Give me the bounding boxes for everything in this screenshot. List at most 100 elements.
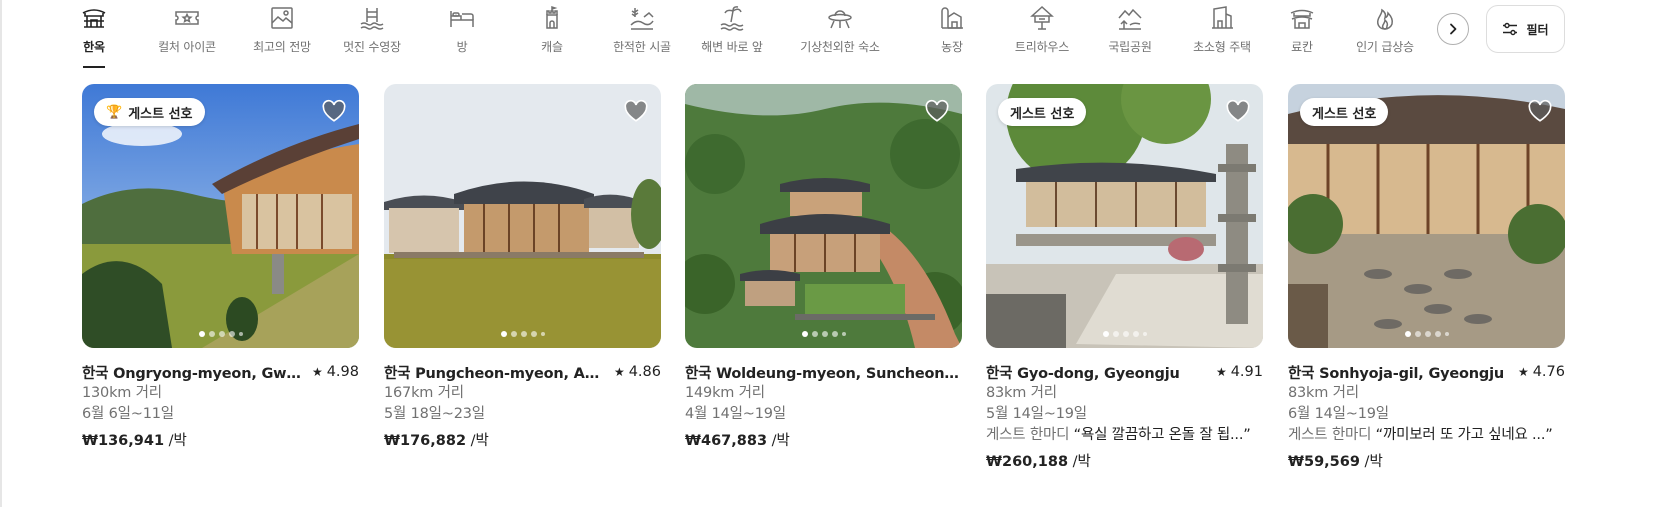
photo-pagination — [685, 331, 962, 337]
pagination-dot — [811, 331, 818, 337]
category-label: 해변 바로 앞 — [701, 40, 763, 54]
listing-dates: 5월 18일~23일 — [384, 406, 485, 422]
category-label: 최고의 전망 — [253, 40, 311, 54]
listing-card[interactable]: 🏆 게스트 선호 한국 Ongryong-myeon, Gwangyang-si… — [82, 84, 359, 452]
category-countryside[interactable]: 한적한 시골 — [592, 0, 692, 70]
listing-photo[interactable] — [384, 84, 661, 348]
pagination-dot — [198, 331, 205, 337]
listing-title: 한국 Woldeung-myeon, Suncheon-si — [685, 365, 962, 382]
category-top-views[interactable]: 최고의 전망 — [237, 0, 327, 70]
castle-icon — [546, 5, 558, 29]
pagination-dot — [500, 331, 507, 337]
heart-icon[interactable] — [623, 98, 649, 124]
pagination-dot — [1142, 332, 1147, 336]
photo-pagination — [1288, 331, 1565, 337]
rating-value: 4.91 — [1230, 364, 1263, 380]
pagination-dot — [801, 331, 808, 337]
price-unit: /박 — [1068, 454, 1091, 470]
star-icon: ★ — [1517, 365, 1529, 379]
pagination-dot — [540, 332, 545, 336]
sliders-icon — [1503, 22, 1518, 36]
category-pools[interactable]: 멋진 수영장 — [327, 0, 417, 70]
listing-dates: 6월 6일~11일 — [82, 406, 174, 422]
farm-icon — [941, 7, 963, 29]
view-frame-icon — [271, 7, 293, 29]
category-bar: 한옥 컬처 아이콘 최고의 전망 멋진 수영장 방 캐슬 한적한 시골 해변 바… — [82, 0, 1432, 70]
pagination-dot — [1122, 331, 1129, 337]
category-omg[interactable]: 기상천외한 숙소 — [775, 0, 905, 70]
category-farms[interactable]: 농장 — [907, 0, 997, 70]
filter-button[interactable]: 필터 — [1486, 5, 1565, 53]
price-unit: /박 — [164, 433, 187, 449]
listing-rating: ★ 4.76 — [1518, 364, 1565, 380]
heart-icon[interactable] — [1225, 98, 1251, 124]
pagination-dot — [1424, 331, 1431, 337]
category-label: 멋진 수영장 — [343, 40, 401, 54]
heart-icon[interactable] — [924, 98, 950, 124]
listing-card[interactable]: 한국 Pungcheon-myeon, Andong-si ★4.86 167k… — [384, 84, 661, 452]
listing-card[interactable]: 한국 Woldeung-myeon, Suncheon-si 149km 거리 … — [685, 84, 962, 452]
listing-photo[interactable]: 게스트 선호 — [986, 84, 1263, 348]
rating-value: 4.76 — [1532, 364, 1565, 380]
pagination-dot — [841, 332, 846, 336]
category-trending[interactable]: 인기 급상승 — [1335, 0, 1435, 70]
price-amount: ₩467,883 — [685, 433, 768, 449]
listing-title: 한국 Sonhyoja-gil, Gyeongju — [1288, 365, 1504, 382]
rating-value: 4.98 — [326, 364, 359, 380]
listing-dates: 4월 14일~19일 — [685, 406, 786, 422]
listing-distance: 130km 거리 — [82, 385, 162, 401]
hanok-icon — [82, 9, 106, 28]
review-quote: “까미보러 또 가고 싶네요 ...” — [1375, 427, 1553, 443]
category-label: 초소형 주택 — [1193, 40, 1251, 54]
category-scroll-next-button[interactable] — [1437, 13, 1469, 45]
category-label: 트리하우스 — [1014, 40, 1070, 54]
pagination-dot — [510, 331, 517, 337]
pool-icon — [360, 8, 384, 30]
listing-photo[interactable] — [685, 84, 962, 348]
listing-photo[interactable]: 🏆 게스트 선호 — [82, 84, 359, 348]
listing-photo[interactable]: 게스트 선호 — [1288, 84, 1565, 348]
listing-rating: ★ 4.98 — [312, 364, 359, 380]
listing-price: ₩136,941 /박 — [82, 431, 359, 452]
listing-price: ₩467,883 /박 — [685, 431, 962, 452]
listing-card[interactable]: 게스트 선호 한국 Sonhyoja-gil, Gyeongju ★ 4.76 8… — [1288, 84, 1565, 473]
rating-value: 4.86 — [628, 364, 661, 380]
photo-pagination — [384, 331, 661, 337]
pagination-dot — [520, 331, 527, 337]
category-label: 료칸 — [1291, 40, 1313, 54]
listing-title: 한국 Pungcheon-myeon, Andong-si — [384, 365, 604, 382]
star-icon: ★ — [613, 365, 625, 379]
listing-price: ₩260,188 /박 — [986, 452, 1263, 473]
category-ryokans[interactable]: 료칸 — [1257, 0, 1347, 70]
countryside-icon — [630, 8, 654, 30]
category-national-parks[interactable]: 국립공원 — [1085, 0, 1175, 70]
listing-distance: 167km 거리 — [384, 385, 464, 401]
listing-rating: ★ 4.91 — [1216, 364, 1263, 380]
price-amount: ₩260,188 — [986, 454, 1069, 470]
category-castles[interactable]: 캐슬 — [507, 0, 597, 70]
category-label: 방 — [456, 40, 468, 54]
pagination-dot — [530, 331, 537, 337]
review-quote: “욕실 깔끔하고 온돌 잘 됩...” — [1073, 427, 1251, 443]
photo-pagination — [82, 331, 359, 337]
pagination-dot — [208, 331, 215, 337]
category-beachfront[interactable]: 해변 바로 앞 — [682, 0, 782, 70]
category-rooms[interactable]: 방 — [417, 0, 507, 70]
guest-favorite-badge: 게스트 선호 — [998, 98, 1087, 126]
price-unit: /박 — [466, 433, 489, 449]
badge-label: 게스트 선호 — [1010, 106, 1075, 122]
heart-icon[interactable] — [321, 98, 347, 124]
listing-distance: 149km 거리 — [685, 385, 765, 401]
pagination-dot — [1112, 331, 1119, 337]
heart-icon[interactable] — [1527, 98, 1553, 124]
tiny-home-icon — [1212, 6, 1233, 29]
category-label: 기상천외한 숙소 — [800, 40, 880, 54]
category-culture-icons[interactable]: 컬처 아이콘 — [142, 0, 232, 70]
category-treehouses[interactable]: 트리하우스 — [992, 0, 1092, 70]
category-hanok[interactable]: 한옥 — [80, 0, 108, 70]
pagination-dot — [218, 331, 225, 337]
listing-photo-image — [384, 84, 661, 348]
pagination-dot — [1132, 331, 1139, 337]
listing-card[interactable]: 게스트 선호 한국 Gyo-dong, Gyeongju ★ 4.91 83km … — [986, 84, 1263, 473]
star-icon: ★ — [1215, 365, 1227, 379]
